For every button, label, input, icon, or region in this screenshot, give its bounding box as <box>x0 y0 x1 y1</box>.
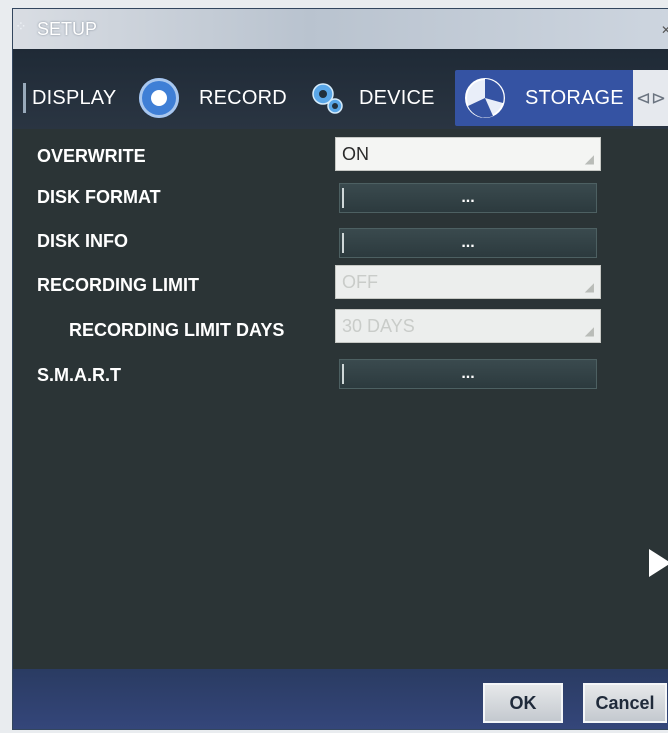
tab-edge <box>23 83 26 113</box>
window-title: SETUP <box>37 19 98 39</box>
tab-display[interactable]: DISPLAY <box>23 70 133 126</box>
disk-format-button-label: ... <box>461 189 475 206</box>
title-bar: ⁘ SETUP ✕ <box>13 9 668 49</box>
overwrite-select[interactable]: ON ◢ <box>335 137 601 171</box>
record-disc-icon <box>139 78 179 118</box>
button-tick <box>342 364 344 384</box>
dropdown-corner-icon: ◢ <box>584 280 594 294</box>
tab-record-label: RECORD <box>199 86 287 109</box>
overwrite-label: OVERWRITE <box>37 146 146 166</box>
recording-limit-days-label: RECORDING LIMIT DAYS <box>69 320 285 340</box>
disk-info-button-label: ... <box>461 234 475 251</box>
smart-button-label: ... <box>461 365 475 382</box>
tab-device[interactable]: DEVICE <box>307 70 461 126</box>
footer-bar: OK Cancel <box>13 669 668 729</box>
smart-button[interactable]: ... <box>339 359 597 389</box>
smart-label: S.M.A.R.T <box>37 365 121 385</box>
move-handle-icon[interactable]: ⁘ <box>15 18 27 35</box>
button-tick <box>342 188 344 208</box>
gear-icon <box>312 83 343 114</box>
ok-button[interactable]: OK <box>483 683 563 723</box>
disk-info-button[interactable]: ... <box>339 228 597 258</box>
setup-window: ⁘ SETUP ✕ DISPLAY RECORD DEVICE <box>12 8 668 730</box>
tab-storage-label: STORAGE <box>525 86 624 109</box>
disk-format-button[interactable]: ... <box>339 183 597 213</box>
overwrite-value: ON <box>342 143 369 164</box>
disk-info-label: DISK INFO <box>37 231 129 251</box>
dropdown-corner-icon: ◢ <box>584 152 594 166</box>
button-tick <box>342 233 344 253</box>
recording-limit-select[interactable]: OFF ◢ <box>335 265 601 299</box>
tab-storage[interactable]: STORAGE <box>455 70 639 126</box>
recording-limit-value: OFF <box>342 271 378 292</box>
close-icon[interactable]: ✕ <box>661 23 668 37</box>
disk-format-label: DISK FORMAT <box>37 187 161 207</box>
dropdown-corner-icon: ◢ <box>584 324 594 338</box>
pie-chart-icon <box>465 78 505 118</box>
recording-limit-label: RECORDING LIMIT <box>37 275 199 295</box>
tab-record[interactable]: RECORD <box>139 70 319 126</box>
cancel-button[interactable]: Cancel <box>583 683 667 723</box>
tab-device-label: DEVICE <box>359 86 435 109</box>
tab-scroll-arrows[interactable]: ⊲⊳ <box>633 70 668 126</box>
tab-display-label: DISPLAY <box>32 86 117 109</box>
recording-limit-days-select[interactable]: 30 DAYS ◢ <box>335 309 601 343</box>
tab-bar: DISPLAY RECORD DEVICE STORAGE ⊲⊳ <box>13 49 668 129</box>
mouse-cursor-icon <box>649 549 668 577</box>
recording-limit-days-value: 30 DAYS <box>342 315 415 336</box>
